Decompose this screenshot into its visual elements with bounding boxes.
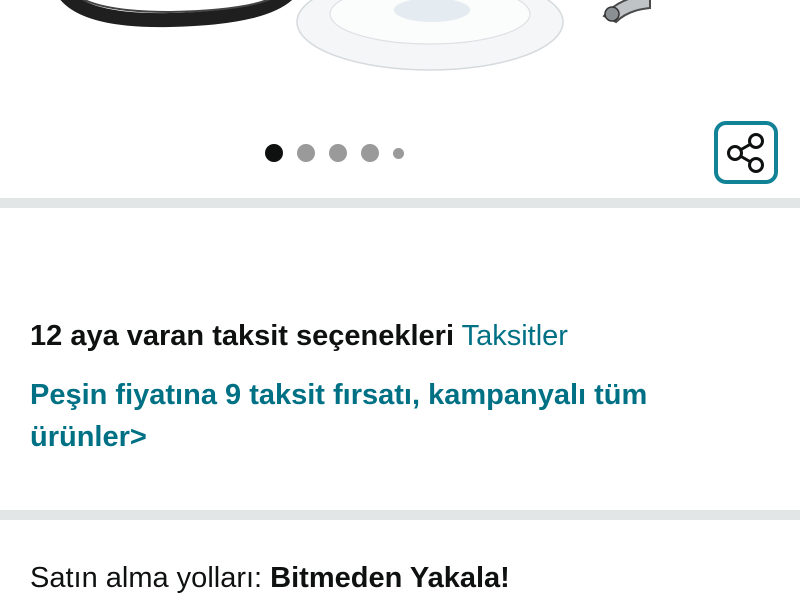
pagination-dot-5[interactable] xyxy=(392,147,404,159)
purchase-options[interactable]: Satın alma yolları: Bitmeden Yakala! xyxy=(30,558,510,598)
installment-label: 12 aya varan taksit seçenekleri xyxy=(30,320,455,352)
share-icon xyxy=(727,132,764,173)
pagination-dot-4[interactable] xyxy=(360,144,379,162)
carousel-pagination xyxy=(0,143,668,163)
pagination-dot-2[interactable] xyxy=(296,144,315,162)
installment-link[interactable]: Taksitler xyxy=(462,320,568,352)
pagination-dot-1[interactable] xyxy=(264,144,283,162)
installment-section: 12 aya varan taksit seçenekleri Taksitle… xyxy=(0,208,800,510)
pagination-dot-3[interactable] xyxy=(328,144,347,162)
product-image[interactable] xyxy=(0,0,800,130)
installment-promo-link[interactable]: Peşin fiyatına 9 taksit fırsatı, kampany… xyxy=(30,374,770,458)
product-page: 12 aya varan taksit seçenekleri Taksitle… xyxy=(0,0,800,600)
section-divider xyxy=(0,198,800,208)
section-divider xyxy=(0,510,800,520)
purchase-value: Bitmeden Yakala! xyxy=(270,562,510,594)
share-button[interactable] xyxy=(714,121,778,184)
purchase-label: Satın alma yolları: xyxy=(30,562,263,594)
installment-line: 12 aya varan taksit seçenekleri Taksitle… xyxy=(30,316,568,356)
product-image-carousel[interactable] xyxy=(0,0,800,198)
